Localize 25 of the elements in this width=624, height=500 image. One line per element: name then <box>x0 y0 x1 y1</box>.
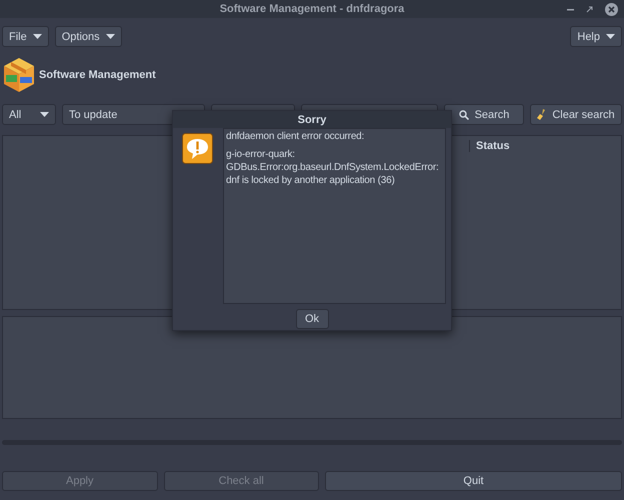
window-title: Software Management - dnfdragora <box>220 3 404 15</box>
close-icon[interactable] <box>605 3 618 16</box>
search-icon <box>458 110 469 120</box>
error-message: dnfdaemon client error occurred: <box>226 130 366 143</box>
error-message: g-io-error-quark: GDBus.Error:org.baseurl.DnfSystem.LockedError: dnf is locked by another application (36) <box>226 148 440 187</box>
caret-icon <box>606 34 615 39</box>
package-box-icon <box>2 56 36 94</box>
group-dropdown[interactable]: All <box>2 104 56 125</box>
quit-button[interactable]: Quit <box>325 471 622 491</box>
warning-icon <box>182 133 213 164</box>
caret-icon <box>32 34 42 39</box>
clear-search-button[interactable]: Clear search <box>530 104 622 125</box>
menu-button[interactable]: File <box>2 26 49 47</box>
caret-icon <box>106 34 115 39</box>
dialog-title: Sorry <box>173 111 451 128</box>
column-header[interactable]: Status <box>469 140 510 152</box>
menu-button[interactable]: Help <box>570 26 622 47</box>
broom-icon <box>537 109 546 120</box>
caret-icon <box>40 112 49 117</box>
restore-icon[interactable] <box>586 6 593 13</box>
minimize-icon[interactable] <box>567 8 574 10</box>
app-heading: Software Management <box>39 69 156 81</box>
search-button[interactable]: Search <box>444 104 524 125</box>
ok-button[interactable]: Ok <box>296 309 328 329</box>
menu-button[interactable]: Options <box>54 26 122 47</box>
